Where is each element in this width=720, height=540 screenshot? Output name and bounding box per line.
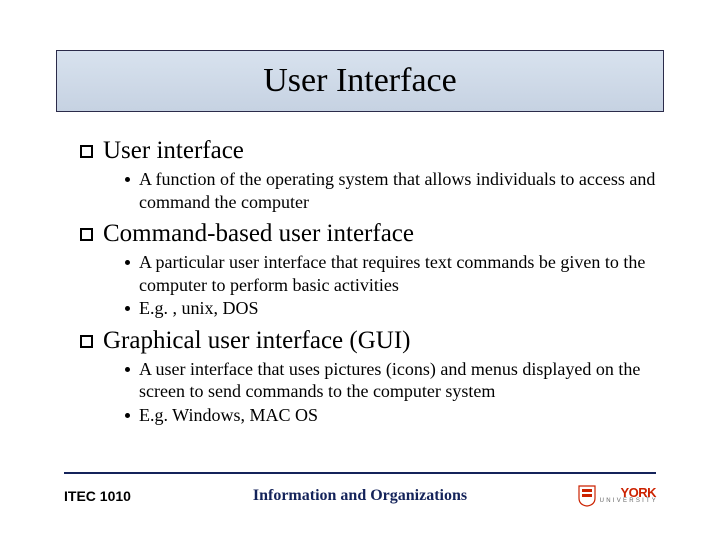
list-heading: User interface: [103, 136, 244, 166]
sub-list: A particular user interface that require…: [125, 251, 660, 320]
title-bar: User Interface: [56, 50, 664, 112]
sub-list-item: A function of the operating system that …: [125, 168, 660, 213]
sub-list-item: E.g. , unix, DOS: [125, 297, 660, 320]
list-heading: Graphical user interface (GUI): [103, 326, 410, 356]
dot-bullet-icon: [125, 367, 130, 372]
sub-list-item: E.g. Windows, MAC OS: [125, 404, 660, 427]
sub-text: E.g. , unix, DOS: [139, 297, 259, 320]
sub-text: A user interface that uses pictures (ico…: [139, 358, 660, 403]
footer-subtitle: Information and Organizations: [64, 487, 656, 505]
dot-bullet-icon: [125, 306, 130, 311]
square-bullet-icon: [80, 145, 93, 158]
dot-bullet-icon: [125, 413, 130, 418]
square-bullet-icon: [80, 335, 93, 348]
dot-bullet-icon: [125, 177, 130, 182]
sub-text: E.g. Windows, MAC OS: [139, 404, 318, 427]
sub-list-item: A particular user interface that require…: [125, 251, 660, 296]
slide: User Interface User interface A function…: [0, 0, 720, 540]
sub-text: A particular user interface that require…: [139, 251, 660, 296]
sub-list-item: A user interface that uses pictures (ico…: [125, 358, 660, 403]
sub-list: A user interface that uses pictures (ico…: [125, 358, 660, 427]
sub-text: A function of the operating system that …: [139, 168, 660, 213]
dot-bullet-icon: [125, 260, 130, 265]
slide-title: User Interface: [263, 62, 456, 100]
sub-list: A function of the operating system that …: [125, 168, 660, 213]
list-heading: Command-based user interface: [103, 219, 414, 249]
square-bullet-icon: [80, 228, 93, 241]
slide-footer: ITEC 1010 Information and Organizations …: [64, 472, 656, 512]
list-item: User interface: [80, 136, 660, 166]
list-item: Graphical user interface (GUI): [80, 326, 660, 356]
slide-content: User interface A function of the operati…: [80, 130, 660, 426]
list-item: Command-based user interface: [80, 219, 660, 249]
